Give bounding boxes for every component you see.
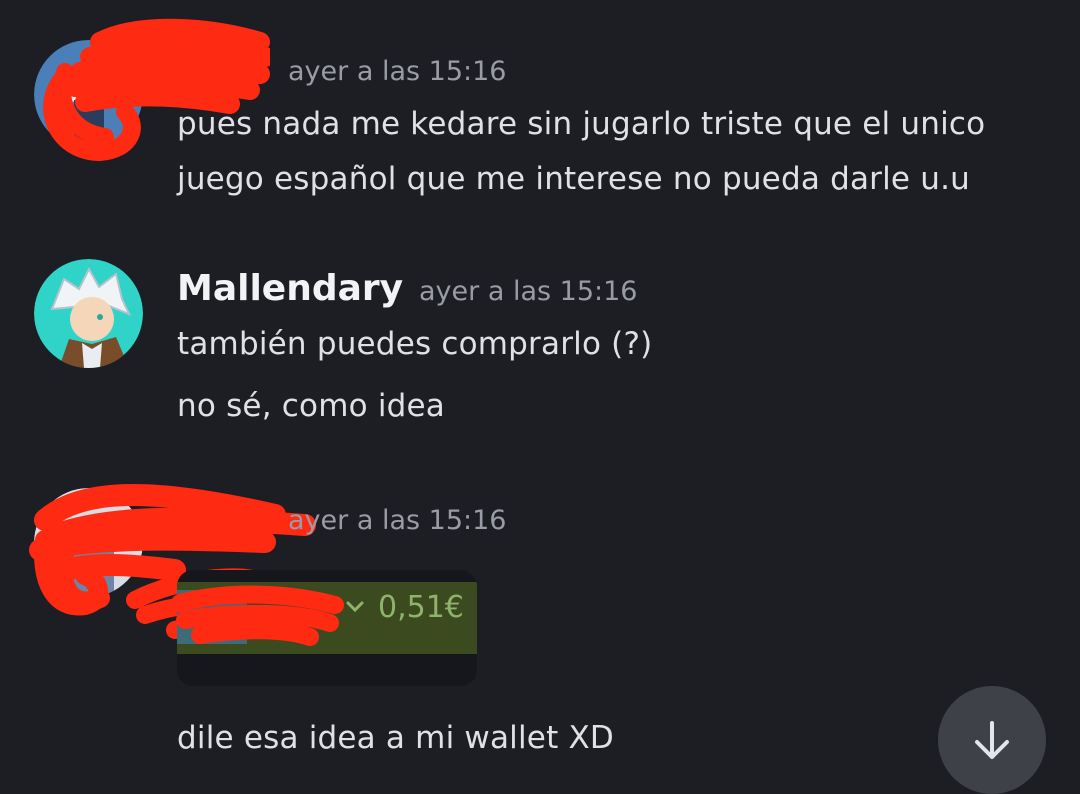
steam-wallet-embed[interactable]	[177, 570, 477, 686]
wallet-price: 0,51€	[378, 590, 464, 625]
embed-thumbnail	[177, 590, 247, 644]
avatar[interactable]	[34, 40, 143, 149]
scroll-to-bottom-button[interactable]	[938, 686, 1046, 794]
message-text: pues nada me kedare sin jugarlo triste q…	[177, 106, 986, 142]
message-timestamp: ayer a las 15:16	[288, 505, 507, 536]
message-timestamp: ayer a las 15:16	[419, 276, 638, 307]
avatar-mallendary[interactable]	[34, 259, 143, 368]
chat-message-list: ayer a las 15:16 pues nada me kedare sin…	[0, 0, 1080, 794]
message-text: no sé, como idea	[177, 388, 445, 424]
arrow-down-icon	[975, 721, 1009, 759]
message-text: dile esa idea a mi wallet XD	[177, 720, 614, 756]
message-text: juego español que me interese no pueda d…	[177, 161, 970, 197]
message-text: también puedes comprarlo (?)	[177, 326, 653, 362]
chevron-down-icon	[346, 601, 364, 613]
avatar[interactable]	[34, 488, 143, 597]
message-timestamp: ayer a las 15:16	[288, 56, 507, 87]
message-author[interactable]: Mallendary	[177, 268, 403, 309]
